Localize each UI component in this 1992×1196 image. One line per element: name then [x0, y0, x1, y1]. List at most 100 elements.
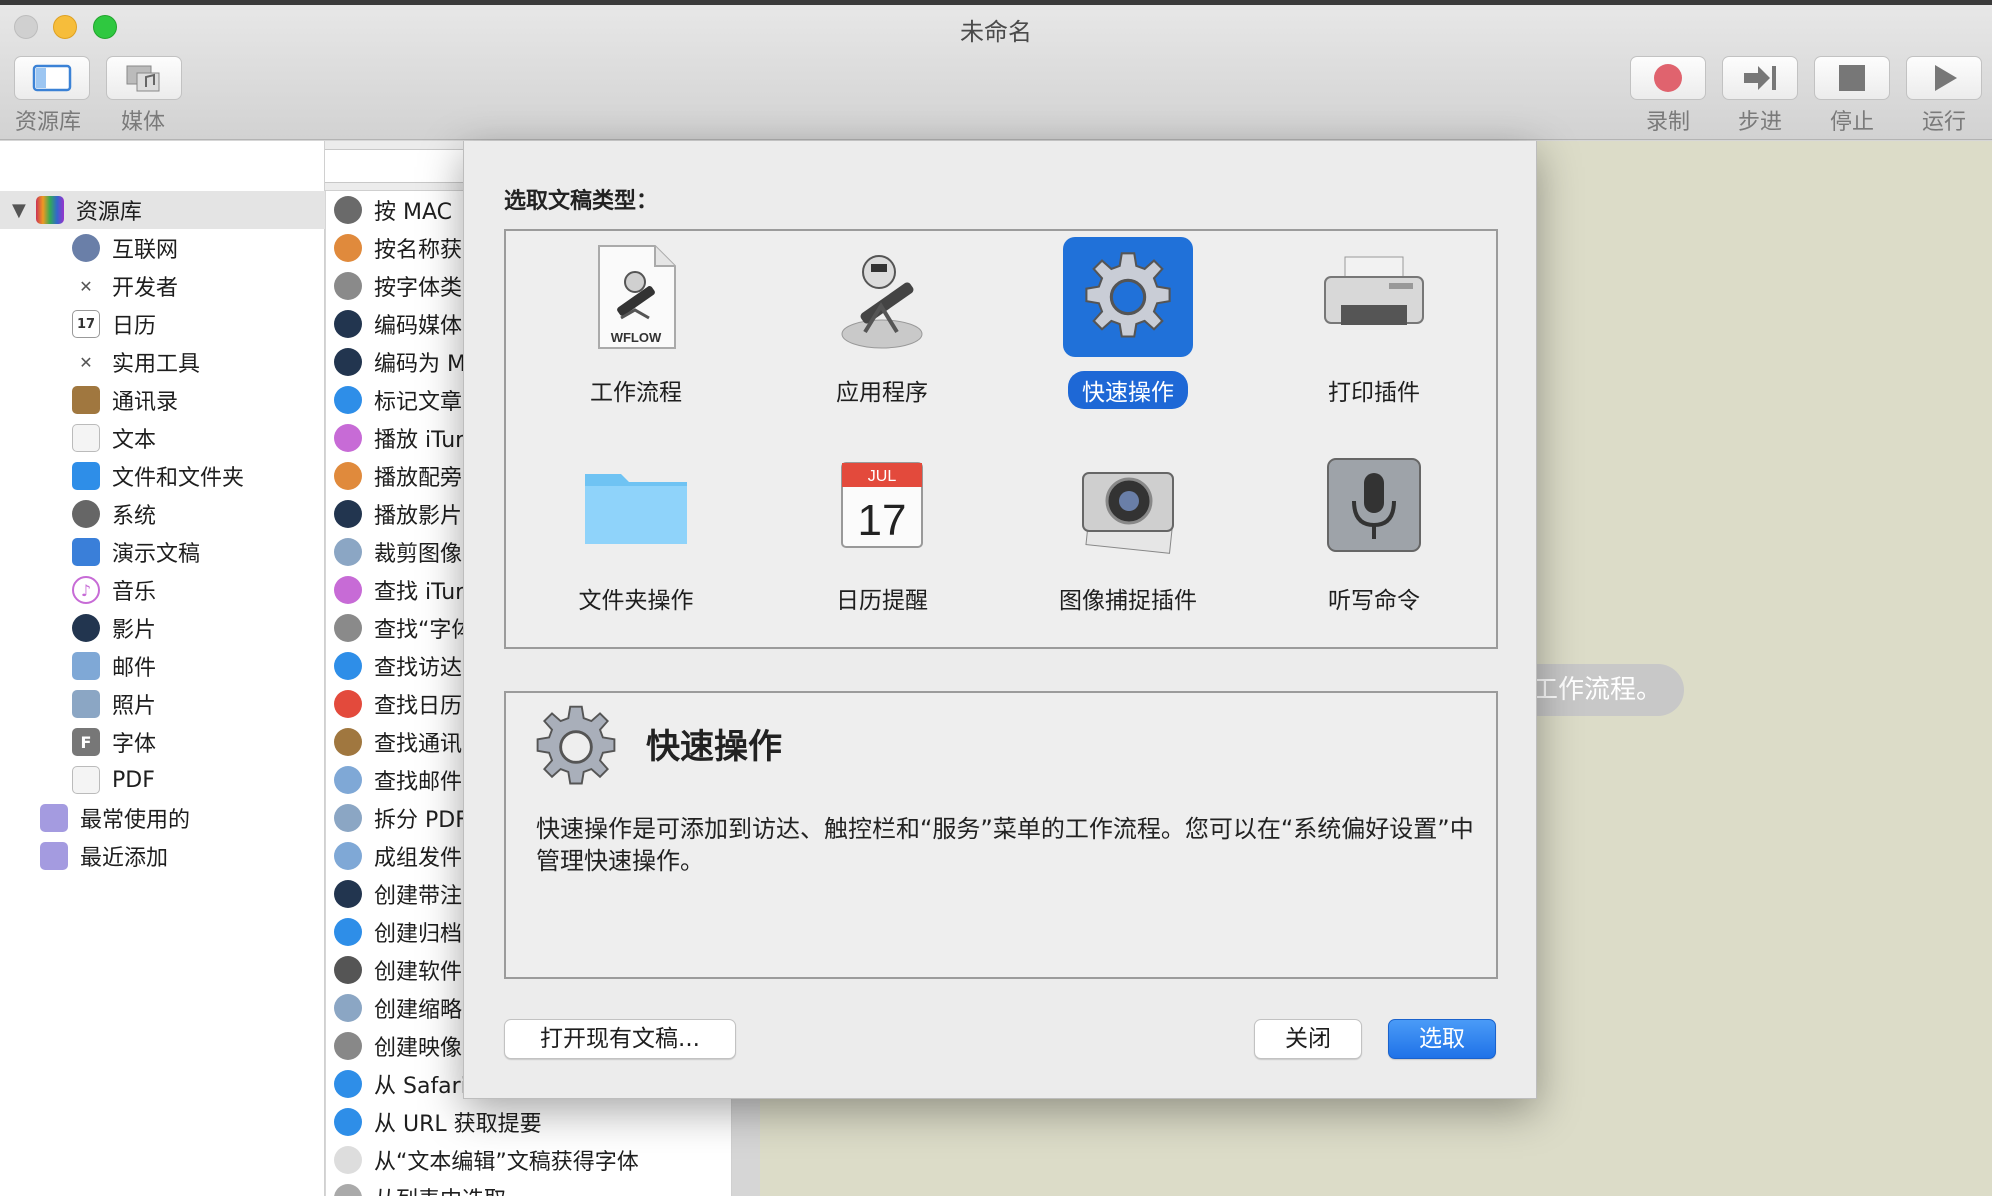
text-document-icon	[72, 424, 100, 452]
action-item[interactable]: 从列表中选取	[334, 1179, 734, 1196]
type-label: 日历提醒	[836, 588, 928, 614]
library-item-label: 系统	[112, 504, 157, 529]
action-item[interactable]: 从 URL 获取提要	[334, 1103, 734, 1141]
keynote-icon	[72, 538, 100, 566]
type-image-capture-plugin[interactable]: 图像捕捉插件	[1038, 445, 1218, 645]
close-button[interactable]: 关闭	[1254, 1019, 1362, 1059]
action-label: 查找 iTur	[374, 580, 465, 605]
action-icon	[334, 386, 362, 414]
description-text: 快速操作是可添加到访达、触控栏和“服务”菜单的工作流程。您可以在“系统偏好设置”…	[536, 815, 1474, 875]
library-item-label: 互联网	[112, 238, 179, 263]
action-label: 查找通讯	[374, 732, 463, 757]
library-item-calendar[interactable]: 17 日历	[0, 305, 325, 343]
library-root-label: 资源库	[75, 200, 142, 225]
play-icon	[1935, 65, 1957, 91]
media-button[interactable]	[106, 56, 182, 100]
type-dictation-command[interactable]: 听写命令	[1284, 445, 1464, 645]
document-types-grid: WFLOW 工作流程 应用程序 快速操作 打印插件 文件夹操作 JUL 17 日…	[504, 229, 1498, 649]
gear-icon	[528, 699, 624, 799]
action-label: 按 MAC	[374, 200, 452, 225]
library-item-movies[interactable]: 影片	[0, 609, 325, 647]
type-workflow[interactable]: WFLOW 工作流程	[546, 237, 726, 437]
action-label: 播放影片	[374, 504, 463, 529]
library-group-most-used[interactable]: 最常使用的	[0, 799, 325, 837]
run-label: 运行	[1921, 110, 1966, 135]
action-item[interactable]: 从“文本编辑”文稿获得字体	[334, 1141, 734, 1179]
library-item-photos[interactable]: 照片	[0, 685, 325, 723]
tools-icon: ✕	[79, 276, 93, 296]
type-label: 文件夹操作	[578, 588, 694, 614]
type-quick-action[interactable]: 快速操作	[1038, 237, 1218, 437]
library-item-mail[interactable]: 邮件	[0, 647, 325, 685]
library-group-recently-added[interactable]: 最近添加	[0, 837, 325, 875]
open-existing-document-button[interactable]: 打开现有文稿...	[504, 1019, 736, 1059]
folder-icon	[571, 445, 701, 565]
calendar-day: 17	[858, 496, 907, 545]
action-icon	[334, 272, 362, 300]
action-icon	[334, 956, 362, 984]
action-label: 查找日历	[374, 694, 463, 719]
printer-icon	[1309, 237, 1439, 357]
finder-icon	[72, 462, 100, 490]
utilities-icon: ✕	[79, 352, 93, 372]
action-icon	[334, 1108, 362, 1136]
globe-icon	[72, 234, 100, 262]
library-item-utilities[interactable]: ✕ 实用工具	[0, 343, 325, 381]
type-application[interactable]: 应用程序	[792, 237, 972, 437]
mail-icon	[72, 652, 100, 680]
type-folder-action[interactable]: 文件夹操作	[546, 445, 726, 645]
action-icon	[334, 1184, 362, 1196]
system-preferences-icon	[72, 500, 100, 528]
library-item-developer[interactable]: ✕ 开发者	[0, 267, 325, 305]
action-label: 创建映像	[374, 1036, 463, 1061]
disclosure-triangle-icon[interactable]: ▼	[12, 200, 26, 221]
library-item-label: 日历	[112, 314, 157, 339]
action-icon	[334, 652, 362, 680]
step-label: 步进	[1737, 110, 1782, 135]
smart-folder-icon	[40, 842, 68, 870]
library-item-contacts[interactable]: 通讯录	[0, 381, 325, 419]
library-item-internet[interactable]: 互联网	[0, 229, 325, 267]
action-icon	[334, 842, 362, 870]
library-item-text[interactable]: 文本	[0, 419, 325, 457]
calendar-icon: 17	[72, 310, 100, 338]
stop-button[interactable]	[1814, 56, 1890, 100]
type-calendar-alarm[interactable]: JUL 17 日历提醒	[792, 445, 972, 645]
library-item-label: 开发者	[112, 276, 179, 301]
record-icon	[1654, 64, 1682, 92]
action-label: 创建软件	[374, 960, 463, 985]
choose-button[interactable]: 选取	[1388, 1019, 1496, 1059]
description-panel: 快速操作 快速操作是可添加到访达、触控栏和“服务”菜单的工作流程。您可以在“系统…	[504, 691, 1498, 979]
action-label: 查找访达	[374, 656, 463, 681]
library-item-label: 文本	[112, 428, 157, 453]
library-item-presentations[interactable]: 演示文稿	[0, 533, 325, 571]
microphone-icon	[1309, 445, 1439, 565]
library-item-music[interactable]: ♪ 音乐	[0, 571, 325, 609]
photos-icon	[72, 690, 100, 718]
action-icon	[334, 500, 362, 528]
action-icon	[334, 690, 362, 718]
action-label: 创建缩略	[374, 998, 463, 1023]
library-item-system[interactable]: 系统	[0, 495, 325, 533]
action-label: 播放配旁	[374, 466, 463, 491]
action-icon	[334, 348, 362, 376]
library-item-files-folders[interactable]: 文件和文件夹	[0, 457, 325, 495]
step-button[interactable]	[1722, 56, 1798, 100]
library-item-fonts[interactable]: F 字体	[0, 723, 325, 761]
type-print-plugin[interactable]: 打印插件	[1284, 237, 1464, 437]
calendar-month: JUL	[868, 468, 897, 485]
record-button[interactable]	[1630, 56, 1706, 100]
action-icon	[334, 462, 362, 490]
action-icon	[334, 766, 362, 794]
smart-folder-icon	[40, 804, 68, 832]
run-button[interactable]	[1906, 56, 1982, 100]
library-root[interactable]: ▼ 资源库	[0, 191, 325, 229]
action-icon	[334, 614, 362, 642]
record-label: 录制	[1645, 110, 1690, 135]
action-icon	[334, 1070, 362, 1098]
library-toggle-button[interactable]	[14, 56, 90, 100]
action-icon	[334, 804, 362, 832]
media-label: 媒体	[120, 110, 165, 135]
stop-icon	[1839, 65, 1865, 91]
library-item-pdf[interactable]: PDF	[0, 761, 325, 799]
